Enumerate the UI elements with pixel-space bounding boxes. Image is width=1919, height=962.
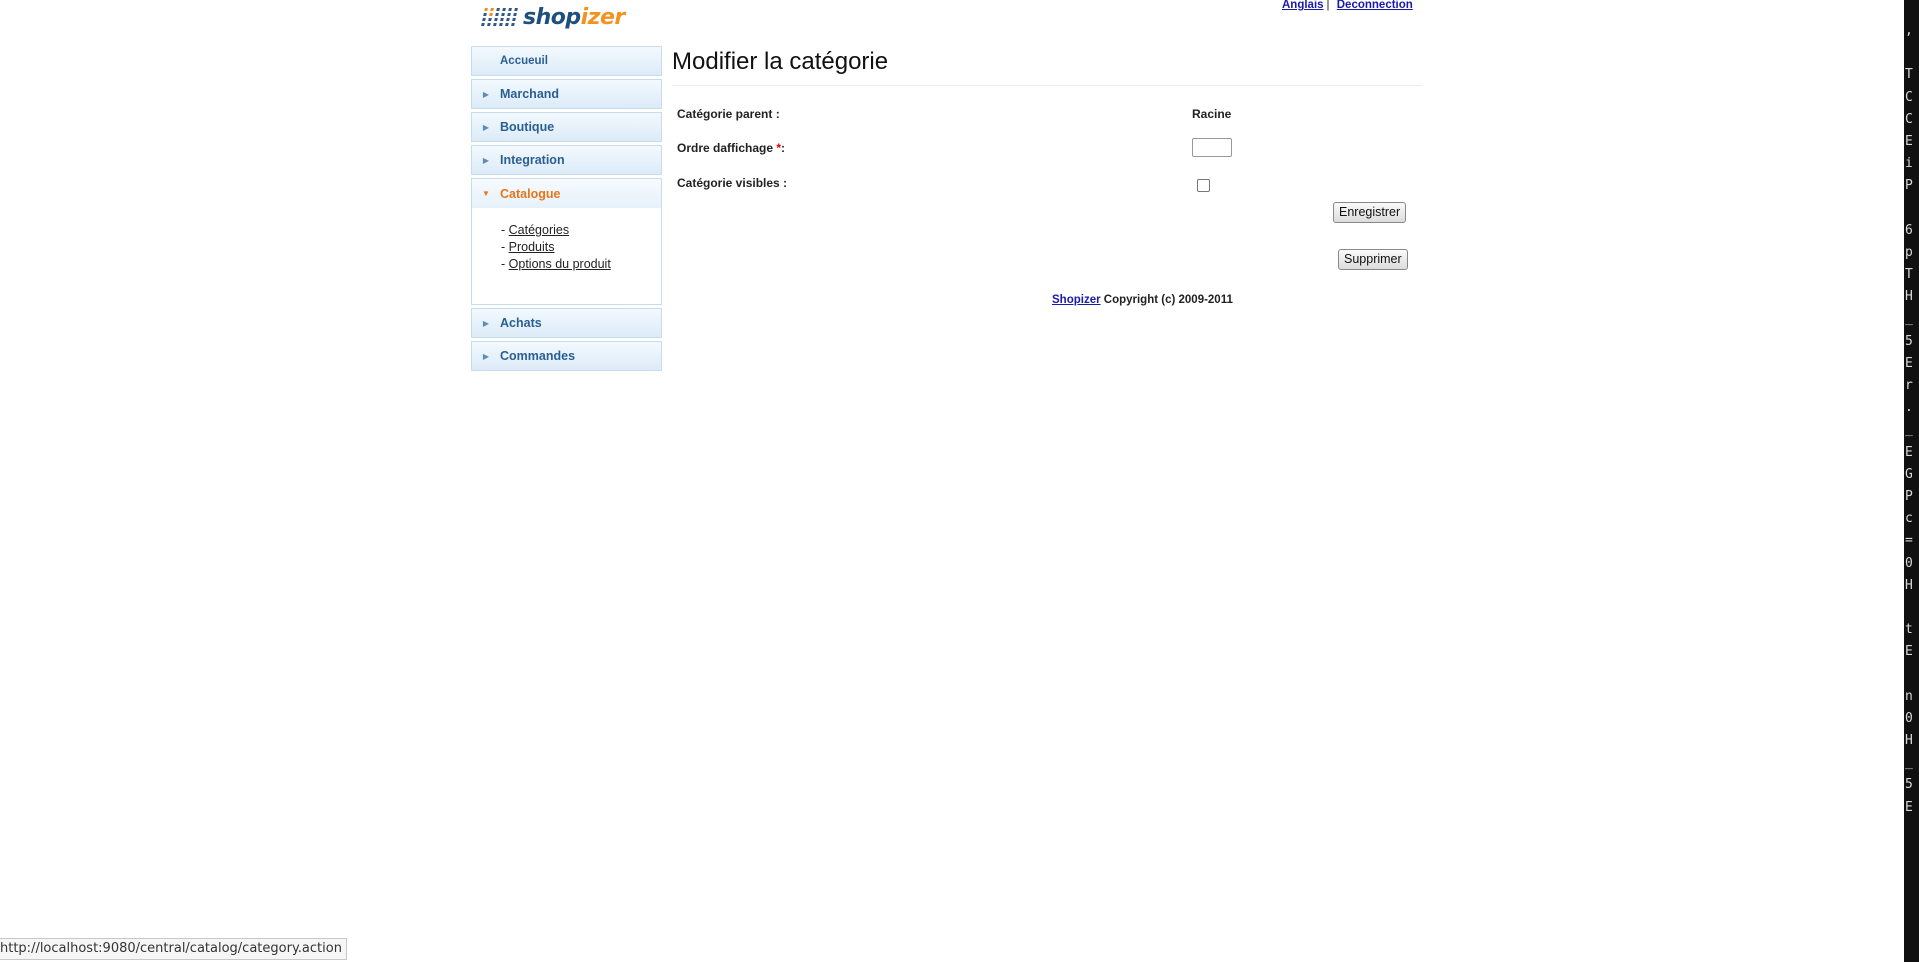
terminal-glyph: p — [1905, 244, 1913, 260]
terminal-glyph: E — [1905, 355, 1913, 371]
sidebar-item-catalogue[interactable]: ▼ Catalogue — [471, 178, 662, 208]
sidebar-item-label: Accueuil — [500, 55, 548, 67]
logout-link[interactable]: Deconnection — [1337, 0, 1413, 11]
terminal-glyph: , — [1905, 23, 1913, 38]
terminal-glyph — [1905, 663, 1919, 685]
submenu-item: - Produits — [501, 239, 661, 256]
sidebar-item-label: Marchand — [500, 87, 560, 101]
sidebar-item-home[interactable]: Accueuil — [471, 46, 662, 76]
terminal-glyph: c — [1905, 511, 1913, 527]
terminal-glyph: H — [1905, 577, 1913, 593]
title-divider — [672, 85, 1422, 86]
parent-category-value: Racine — [1192, 107, 1232, 121]
footer: Shopizer Copyright (c) 2009-2011 — [1052, 294, 1233, 306]
chevron-right-icon: ▶ — [482, 89, 490, 99]
terminal-glyph: n — [1905, 688, 1913, 704]
terminal-glyph: E — [1905, 133, 1913, 149]
sidebar-item-label: Commandes — [500, 349, 576, 363]
terminal-glyph: 0 — [1905, 710, 1913, 726]
submenu-item: - Options du produit — [501, 256, 661, 273]
terminal-glyph: T — [1905, 267, 1913, 283]
display-order-text: Ordre daffichage — [677, 141, 777, 155]
terminal-glyph — [1905, 597, 1919, 619]
terminal-glyph: T — [1905, 67, 1913, 83]
sidebar-item-label: Boutique — [500, 120, 555, 134]
delete-button[interactable]: Supprimer — [1338, 249, 1408, 270]
top-separator: | — [1326, 0, 1330, 11]
terminal-glyph: E — [1905, 644, 1913, 660]
footer-shopizer-link[interactable]: Shopizer — [1052, 294, 1101, 306]
terminal-glyph: C — [1905, 89, 1913, 105]
submenu-item: - Catégories — [501, 222, 661, 239]
terminal-glyph: E — [1905, 444, 1913, 460]
terminal-glyph: G — [1905, 466, 1913, 482]
terminal-glyph: _ — [1905, 422, 1913, 438]
terminal-glyph: P — [1905, 488, 1913, 504]
terminal-glyph: 6 — [1905, 222, 1913, 238]
terminal-glyph: i — [1905, 156, 1913, 172]
display-order-input[interactable] — [1192, 138, 1232, 157]
sidebar-item-label: Integration — [500, 153, 565, 167]
chevron-down-icon: ▼ — [482, 189, 490, 198]
logo-wordmark: shopizer — [523, 4, 625, 30]
terminal-glyph — [1905, 42, 1919, 64]
submenu-link-product-options[interactable]: Options du produit — [509, 257, 611, 271]
submenu-link-categories[interactable]: Catégories — [509, 223, 569, 237]
terminal-glyph: 5 — [1905, 777, 1913, 793]
browser-status-bar: http://localhost:9080/central/catalog/ca… — [0, 938, 347, 960]
language-link[interactable]: Anglais — [1282, 0, 1324, 11]
submenu-bullet: - — [501, 223, 506, 237]
chevron-right-icon: ▶ — [482, 122, 490, 132]
terminal-glyph: _ — [1905, 755, 1913, 771]
terminal-glyph: H — [1905, 733, 1913, 748]
chevron-right-icon: ▶ — [482, 351, 490, 361]
catalogue-submenu: - Catégories - Produits - Options du pro… — [471, 208, 662, 305]
status-url: http://localhost:9080/central/catalog/ca… — [0, 941, 342, 956]
page-title: Modifier la catégorie — [672, 48, 889, 75]
top-links: Anglais | Deconnection — [1282, 0, 1413, 11]
chevron-right-icon: ▶ — [482, 318, 490, 328]
terminal-glyph: _ — [1905, 311, 1913, 327]
terminal-glyph: = — [1905, 533, 1913, 549]
parent-category-label: Catégorie parent : — [677, 107, 780, 121]
terminal-glyph: 5 — [1905, 333, 1913, 349]
sidebar-item-achats[interactable]: ▶ Achats — [471, 308, 662, 338]
terminal-glyph — [1905, 198, 1919, 220]
shopizer-logo[interactable]: shopizer — [481, 0, 625, 34]
sidebar-item-commandes[interactable]: ▶ Commandes — [471, 341, 662, 371]
sidebar-item-label: Achats — [500, 316, 542, 330]
chevron-right-icon: ▶ — [482, 155, 490, 165]
terminal-glyph: . — [1905, 400, 1913, 416]
sidebar-item-boutique[interactable]: ▶ Boutique — [471, 112, 662, 142]
display-order-label: Ordre daffichage *: — [677, 141, 785, 155]
terminal-glyph: H — [1905, 289, 1913, 305]
terminal-glyph: P — [1905, 178, 1913, 194]
terminal-glyph: t — [1905, 622, 1913, 638]
submenu-bullet: - — [501, 240, 506, 254]
visible-category-checkbox[interactable] — [1197, 179, 1210, 192]
visible-category-label: Catégorie visibles : — [677, 176, 788, 190]
sidebar-item-integration[interactable]: ▶ Integration — [471, 145, 662, 175]
display-order-colon: : — [781, 141, 786, 155]
save-button[interactable]: Enregistrer — [1333, 202, 1407, 223]
terminal-glyph: 0 — [1905, 555, 1913, 571]
terminal-glyph: r — [1905, 378, 1913, 393]
terminal-glyph: E — [1905, 799, 1913, 815]
sidebar-item-label: Catalogue — [500, 186, 561, 201]
terminal-glyph: C — [1905, 111, 1913, 127]
footer-copyright: Copyright (c) 2009-2011 — [1100, 294, 1233, 306]
sidebar-item-marchand[interactable]: ▶ Marchand — [471, 79, 662, 109]
logo-dots-icon — [481, 8, 519, 26]
submenu-bullet: - — [501, 257, 506, 271]
terminal-text: , T C C Ei P 6 p T H _ 5 Er. _ E G Pc = 0 Ht En 0 H _ 5 E — [1905, 20, 1919, 819]
submenu-link-products[interactable]: Produits — [509, 240, 555, 254]
terminal-strip: , T C C Ei P 6 p T H _ 5 Er. _ E G Pc = 0 Ht En 0 H _ 5 E — [1904, 0, 1919, 962]
sidebar: Accueuil ▶ Marchand ▶ Boutique ▶ Integra… — [471, 46, 662, 374]
